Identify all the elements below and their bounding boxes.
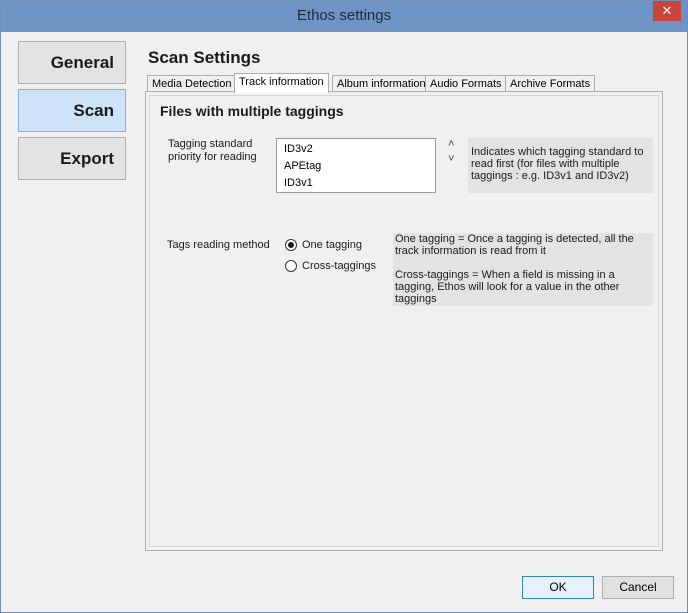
- priority-info-line1: Indicates which tagging standard to: [471, 146, 644, 158]
- priority-label-line1: Tagging standard: [168, 138, 253, 150]
- tab-archive-formats[interactable]: Archive Formats: [505, 75, 596, 92]
- reading-info-line1: One tagging = Once a tagging is detected…: [395, 233, 634, 245]
- title-bar[interactable]: Ethos settings ✕: [1, 1, 687, 32]
- list-item[interactable]: ID3v1: [284, 177, 313, 189]
- client-area: General Scan Export Scan Settings Media …: [8, 32, 680, 606]
- reading-info-line3: Cross-taggings = When a field is missing…: [395, 269, 615, 281]
- cross-taggings-radio[interactable]: [285, 260, 297, 272]
- nav-scan-button[interactable]: Scan: [18, 89, 126, 132]
- tab-audio-formats[interactable]: Audio Formats: [425, 75, 507, 92]
- cancel-button[interactable]: Cancel: [602, 576, 674, 599]
- reading-info-line2: track information is read from it: [395, 245, 546, 257]
- nav-export-button[interactable]: Export: [18, 137, 126, 180]
- reading-method-label: Tags reading method: [167, 239, 270, 251]
- group-title: Files with multiple taggings: [160, 103, 344, 119]
- list-item[interactable]: APEtag: [284, 160, 321, 172]
- move-down-icon[interactable]: ˅: [448, 153, 454, 165]
- ok-button[interactable]: OK: [522, 576, 594, 599]
- tab-album-information[interactable]: Album information: [332, 75, 431, 92]
- settings-window: Ethos settings ✕ General Scan Export Sca…: [0, 0, 688, 613]
- priority-info-line2: read first (for files with multiple: [471, 158, 620, 170]
- tab-media-detection[interactable]: Media Detection: [147, 75, 237, 92]
- cross-taggings-label[interactable]: Cross-taggings: [302, 260, 376, 272]
- reading-info-line5: taggings: [395, 293, 437, 305]
- section-title: Scan Settings: [148, 48, 261, 67]
- list-item[interactable]: ID3v2: [284, 143, 313, 155]
- tab-track-information[interactable]: Track information: [234, 73, 329, 93]
- priority-listbox[interactable]: ID3v2 APEtag ID3v1: [276, 138, 436, 193]
- close-button[interactable]: ✕: [653, 1, 681, 21]
- reading-method-info: One tagging = Once a tagging is detected…: [393, 233, 653, 306]
- window-title: Ethos settings: [296, 7, 392, 24]
- priority-info: Indicates which tagging standard to read…: [468, 138, 653, 193]
- priority-info-line3: taggings : e.g. ID3v1 and ID3v2): [471, 170, 629, 182]
- one-tagging-label[interactable]: One tagging: [302, 239, 362, 251]
- reading-info-line4: tagging, Ethos will look for a value in …: [395, 281, 620, 293]
- close-icon: ✕: [661, 3, 673, 18]
- move-up-icon[interactable]: ˄: [448, 138, 454, 150]
- one-tagging-radio[interactable]: [285, 239, 297, 251]
- nav-general-button[interactable]: General: [18, 41, 126, 84]
- priority-label-line2: priority for reading: [168, 151, 257, 163]
